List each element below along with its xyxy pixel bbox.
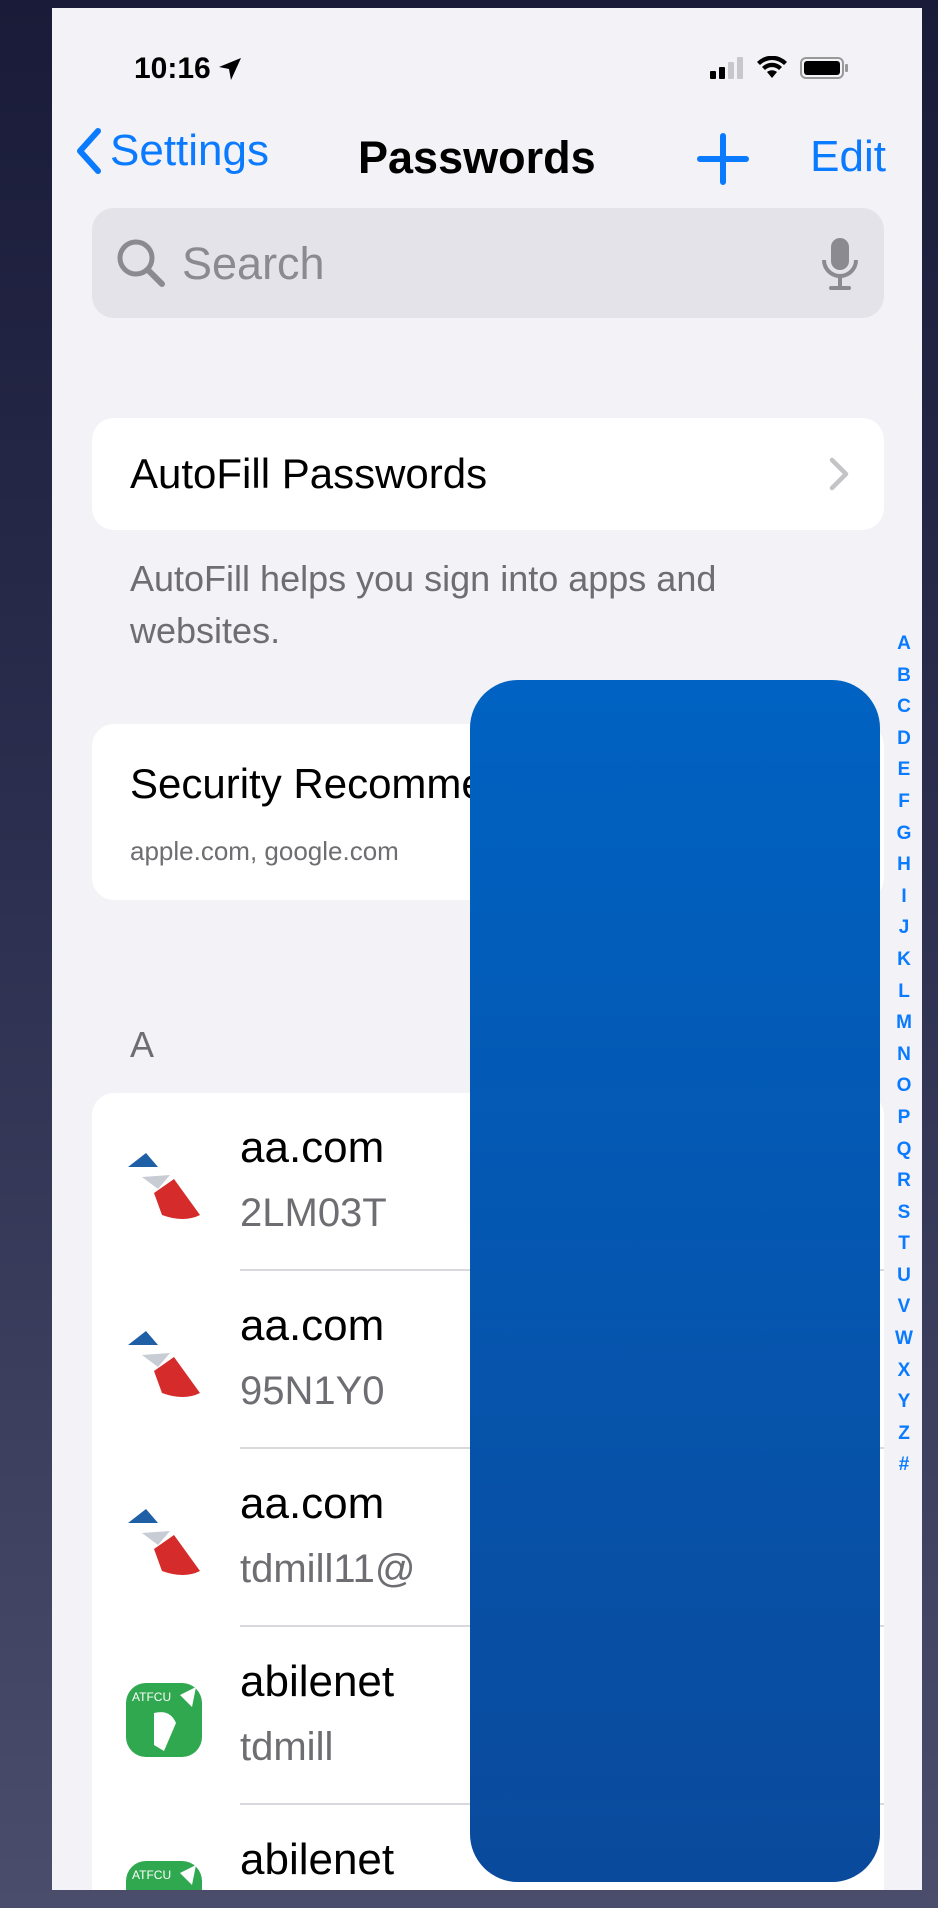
section-index[interactable]: A B C D E F G H I J K L M N O P Q R S T U V W X Y Z #	[893, 628, 915, 1481]
american-airlines-logo-icon	[128, 1331, 200, 1397]
location-arrow-icon	[218, 58, 241, 80]
battery-icon	[800, 57, 848, 79]
index-letter[interactable]: Q	[897, 1134, 912, 1166]
password-site: aa.com	[240, 1301, 385, 1350]
svg-text:ATFCU: ATFCU	[132, 1868, 171, 1882]
wifi-icon	[757, 56, 787, 78]
search-icon	[117, 239, 165, 287]
svg-text:ATFCU: ATFCU	[132, 1690, 171, 1704]
autofill-passwords-label: AutoFill Passwords	[130, 450, 488, 497]
password-username: 2LM03T	[240, 1191, 387, 1235]
security-recommendations-subtitle: apple.com, google.com	[130, 836, 399, 866]
status-bar: 10:16	[52, 8, 922, 118]
index-letter[interactable]: A	[897, 628, 911, 660]
index-letter[interactable]: P	[898, 1102, 911, 1134]
password-site: aa.com	[240, 1123, 385, 1172]
search-bar[interactable]	[92, 208, 884, 320]
edit-button[interactable]: Edit	[810, 132, 886, 182]
index-letter[interactable]: J	[899, 912, 910, 944]
password-username: 95N1Y0	[240, 1369, 385, 1413]
index-letter[interactable]: W	[895, 1323, 913, 1355]
password-site: aa.com	[240, 1479, 385, 1528]
index-letter[interactable]: S	[898, 1197, 911, 1229]
atfcu-logo-icon: ATFCU	[126, 1683, 202, 1757]
search-input[interactable]	[180, 208, 784, 320]
password-username: tdmill11@	[240, 1547, 416, 1591]
password-site: abilenet	[240, 1657, 395, 1706]
index-letter[interactable]: R	[897, 1165, 911, 1197]
index-letter[interactable]: L	[898, 976, 910, 1008]
password-site: abilenet	[240, 1835, 395, 1884]
microphone-icon[interactable]	[820, 236, 860, 292]
index-letter[interactable]: C	[897, 691, 911, 723]
index-letter[interactable]: X	[898, 1355, 911, 1387]
index-letter[interactable]: E	[898, 754, 911, 786]
index-letter[interactable]: U	[897, 1260, 911, 1292]
navigation-bar: Settings Passwords Edit	[52, 118, 922, 198]
american-airlines-logo-icon	[128, 1153, 200, 1219]
back-button[interactable]: Settings	[74, 126, 269, 176]
section-header: A	[130, 1024, 155, 1065]
index-letter[interactable]: Y	[898, 1386, 911, 1418]
index-letter[interactable]: G	[897, 818, 912, 850]
status-time: 10:16	[134, 52, 243, 86]
atfcu-logo-icon: ATFCU	[126, 1861, 202, 1890]
index-letter[interactable]: M	[896, 1007, 912, 1039]
index-letter[interactable]: O	[897, 1070, 912, 1102]
page-title: Passwords	[358, 132, 596, 183]
index-letter[interactable]: T	[898, 1228, 910, 1260]
autofill-passwords-row[interactable]: AutoFill Passwords	[92, 418, 884, 530]
index-letter[interactable]: B	[897, 660, 911, 692]
index-letter[interactable]: Z	[898, 1418, 910, 1450]
american-airlines-logo-icon	[128, 1509, 200, 1575]
index-letter[interactable]: I	[901, 881, 906, 913]
password-username: tdmill	[240, 1725, 334, 1769]
index-letter[interactable]: D	[897, 723, 911, 755]
phone-screen: 10:16 Settings Passwords Edit Search Aut…	[52, 8, 922, 1890]
autofill-footnote: AutoFill helps you sign into apps and we…	[130, 558, 717, 651]
add-icon[interactable]	[692, 128, 754, 190]
chevron-right-icon	[829, 457, 849, 491]
index-letter[interactable]: N	[897, 1039, 911, 1071]
chevron-left-icon	[77, 128, 101, 174]
status-icons	[710, 56, 850, 80]
back-button-label: Settings	[110, 126, 269, 175]
index-letter[interactable]: H	[897, 849, 911, 881]
index-letter[interactable]: V	[898, 1291, 911, 1323]
redaction-overlay	[470, 680, 880, 1882]
index-letter[interactable]: F	[898, 786, 910, 818]
index-letter[interactable]: K	[897, 944, 911, 976]
index-letter[interactable]: #	[899, 1449, 910, 1481]
cellular-signal-icon	[710, 57, 743, 79]
